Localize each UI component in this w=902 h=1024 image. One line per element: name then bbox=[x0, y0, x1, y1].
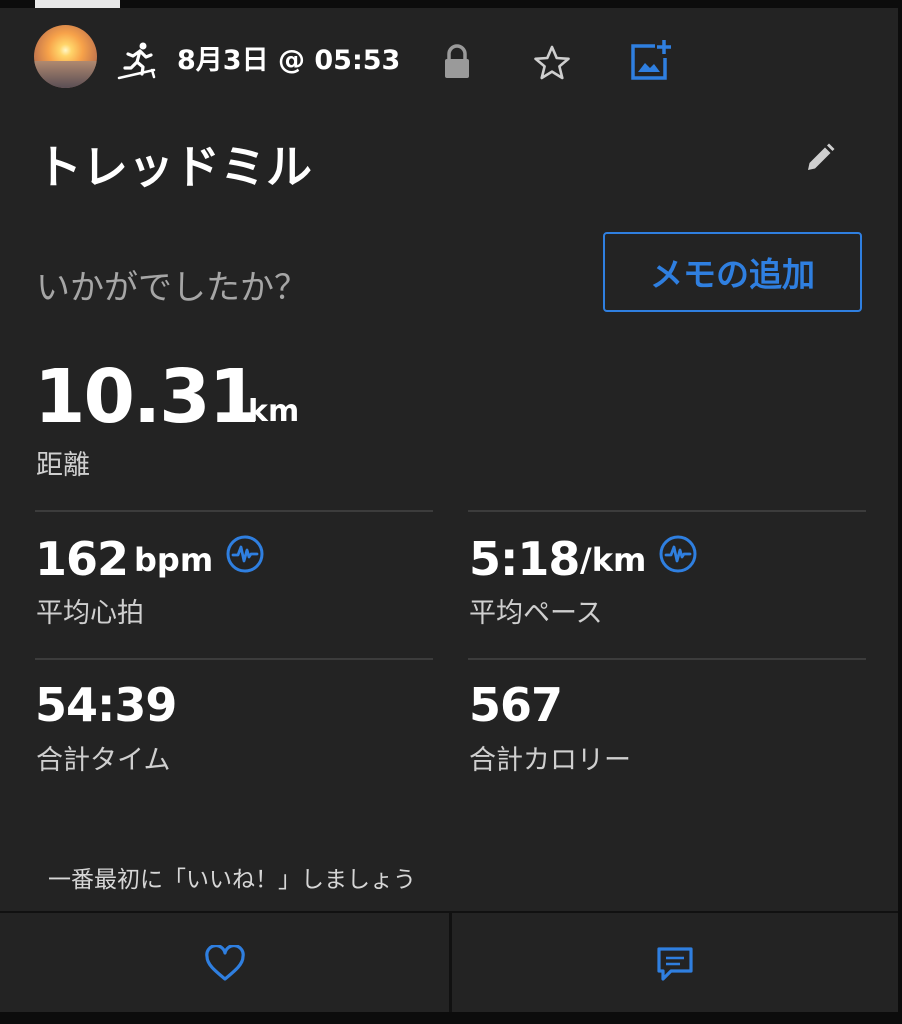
add-photo-icon[interactable] bbox=[627, 38, 673, 82]
avg-hr-value: 162 bbox=[35, 532, 129, 586]
heart-rate-badge-icon[interactable] bbox=[225, 534, 265, 574]
like-prompt: 一番最初に「いいね！」しましょう bbox=[48, 867, 416, 893]
avg-pace-unit: /km bbox=[580, 541, 647, 579]
divider bbox=[35, 510, 433, 512]
bottom-strip bbox=[0, 1012, 902, 1024]
lock-icon[interactable] bbox=[441, 44, 473, 80]
star-outline-icon[interactable] bbox=[533, 45, 571, 81]
treadmill-runner-icon bbox=[117, 42, 156, 80]
total-calories-label: 合計カロリー bbox=[469, 745, 631, 776]
avg-pace-label: 平均ペース bbox=[469, 598, 603, 629]
distance-unit: km bbox=[248, 394, 300, 429]
like-button[interactable] bbox=[0, 913, 449, 1014]
activity-datetime: 8月3日 @ 05:53 bbox=[177, 45, 401, 76]
feeling-prompt: いかがでしたか？ bbox=[36, 268, 308, 308]
distance-value: 10.31 bbox=[34, 354, 260, 440]
action-bar bbox=[0, 911, 898, 1014]
add-memo-button[interactable]: メモの追加 bbox=[603, 232, 862, 312]
activity-card: 8月3日 @ 05:53 トレッドミル いかがでしたか？ メモの追加 10.31… bbox=[0, 8, 900, 1014]
heart-rate-badge-icon[interactable] bbox=[658, 534, 698, 574]
divider bbox=[468, 510, 866, 512]
comment-icon bbox=[657, 946, 693, 981]
tab-indicator bbox=[35, 0, 120, 8]
total-time-value: 54:39 bbox=[35, 678, 177, 732]
pencil-icon[interactable] bbox=[800, 140, 838, 178]
distance-label: 距離 bbox=[36, 450, 90, 481]
app-frame: 8月3日 @ 05:53 トレッドミル いかがでしたか？ メモの追加 10.31… bbox=[0, 0, 902, 1024]
total-calories-value: 567 bbox=[469, 678, 563, 732]
divider bbox=[468, 658, 866, 660]
avg-pace-value: 5:18 bbox=[469, 532, 580, 586]
activity-header: 8月3日 @ 05:53 bbox=[0, 8, 898, 108]
avg-hr-label: 平均心拍 bbox=[36, 598, 144, 629]
avg-hr-unit: bpm bbox=[134, 541, 214, 579]
comment-button[interactable] bbox=[452, 913, 898, 1014]
divider bbox=[35, 658, 433, 660]
heart-outline-icon bbox=[204, 944, 245, 981]
total-time-label: 合計タイム bbox=[36, 745, 171, 776]
avatar[interactable] bbox=[34, 25, 97, 88]
activity-title: トレッドミル bbox=[36, 140, 312, 194]
